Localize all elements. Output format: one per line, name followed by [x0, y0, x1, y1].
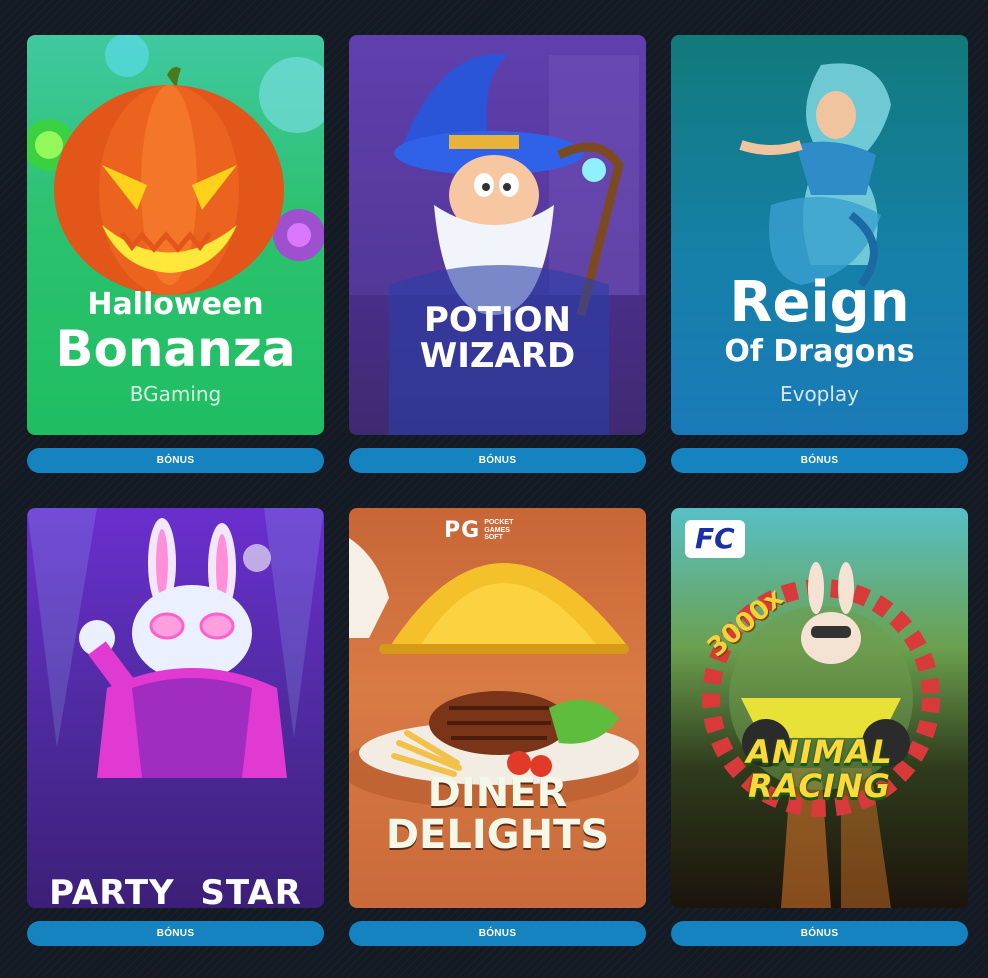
dragon-rider-artwork [739, 63, 891, 288]
provider-logo: PG POCKET GAMES SOFT [444, 518, 528, 543]
game-thumbnail[interactable]: PARTY STAR [27, 508, 324, 908]
game-title: ANIMAL RACING [671, 736, 968, 802]
game-thumbnail[interactable]: PG POCKET GAMES SOFT DINER DELIGHTS [349, 508, 646, 908]
game-title: DINER DELIGHTS [349, 773, 646, 855]
game-thumbnail[interactable]: POTION WIZARD [349, 35, 646, 435]
game-card-animal-racing: FC 3000x ANIMAL RACING BÓNUS [671, 508, 968, 946]
pg-logo-icon: PG [444, 518, 481, 543]
game-title-line-2: Of Dragons [724, 334, 915, 369]
game-thumbnail[interactable]: FC 3000x ANIMAL RACING [671, 508, 968, 908]
game-card-halloween-bonanza: Halloween Bonanza BGaming BÓNUS [27, 35, 324, 473]
game-provider: Evoplay [779, 382, 860, 406]
bonus-button[interactable]: BÓNUS [671, 448, 968, 473]
game-title: Halloween Bonanza [27, 287, 324, 378]
racing-artwork [702, 562, 940, 908]
bonus-button[interactable]: BÓNUS [349, 921, 646, 946]
game-title-line-1: DINER [427, 770, 568, 816]
game-title-line-1: Halloween [87, 287, 264, 322]
game-card-party-star: PARTY STAR BÓNUS [27, 508, 324, 946]
games-grid: Halloween Bonanza BGaming BÓNUS POTION W… [27, 35, 968, 946]
pg-logo-text: POCKET GAMES SOFT [484, 519, 514, 542]
game-title-line-1: ANIMAL [746, 733, 893, 771]
game-title-line-1: POTION [423, 300, 572, 340]
game-title-line-2: Bonanza [55, 320, 296, 378]
game-provider: BGaming [129, 382, 222, 406]
game-thumbnail[interactable]: Halloween Bonanza BGaming [27, 35, 324, 435]
game-title: PARTY STAR [27, 808, 324, 908]
bonus-button[interactable]: BÓNUS [27, 921, 324, 946]
bonus-button[interactable]: BÓNUS [27, 448, 324, 473]
game-card-reign-of-dragons: Reign Of Dragons Evoplay BÓNUS [671, 35, 968, 473]
game-card-diner-delights: PG POCKET GAMES SOFT DINER DELIGHTS BÓNU… [349, 508, 646, 946]
game-title-line-2: DELIGHTS [385, 812, 610, 858]
bonus-button[interactable]: BÓNUS [349, 448, 646, 473]
fc-logo-icon: FC [685, 520, 745, 558]
game-title: POTION WIZARD [349, 303, 646, 373]
game-title-line-2: WIZARD [419, 336, 576, 376]
game-title-line-2: RACING [748, 767, 891, 805]
bonus-button[interactable]: BÓNUS [671, 921, 968, 946]
game-title-line-1: Reign [729, 270, 910, 335]
game-thumbnail[interactable]: Reign Of Dragons Evoplay [671, 35, 968, 435]
game-title-line-1: PARTY STAR [49, 873, 302, 908]
game-card-potion-wizard: POTION WIZARD BÓNUS [349, 35, 646, 473]
game-title: Reign Of Dragons [671, 275, 968, 367]
